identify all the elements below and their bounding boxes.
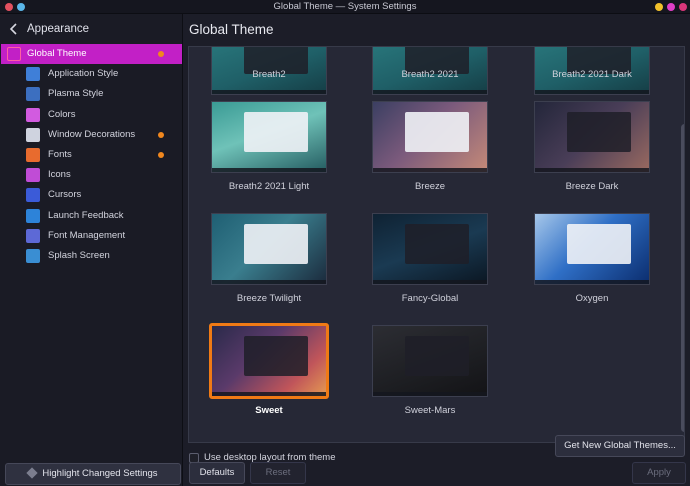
- sidebar-item-label: Launch Feedback: [48, 209, 124, 221]
- theme-name-label: Sweet: [255, 405, 283, 416]
- sidebar-item-global-theme[interactable]: Global Theme: [1, 44, 182, 64]
- sidebar-item-colors[interactable]: Colors: [1, 105, 182, 125]
- close-button[interactable]: [679, 3, 687, 11]
- theme-name-label: Breath2 2021 Light: [228, 181, 310, 192]
- paintbrush-icon: [7, 47, 21, 61]
- preview-window: [243, 335, 308, 377]
- sidebar-item-label: Splash Screen: [48, 250, 110, 261]
- highlight-changed-settings-button[interactable]: Highlight Changed Settings: [5, 463, 181, 485]
- theme-thumbnail-oxygen[interactable]: [534, 213, 650, 285]
- app-style-icon: [26, 67, 40, 82]
- page-title: Global Theme: [189, 22, 274, 37]
- theme-name-label: Breath2: [252, 69, 286, 80]
- sidebar-item-fonts[interactable]: Fonts: [1, 145, 182, 165]
- preview-panel: [535, 167, 649, 172]
- sidebar-item-label: Colors: [48, 108, 76, 120]
- theme-name-label: Breeze Dark: [565, 181, 619, 192]
- preview-window: [566, 111, 631, 153]
- colors-icon: [26, 107, 40, 122]
- preview-panel: [373, 89, 487, 94]
- launch-feedback-icon: [26, 208, 40, 223]
- plasma-style-icon: [26, 87, 40, 102]
- main-panel: Global Theme Breath2 Breath2 2021 Breath2 …: [184, 14, 690, 486]
- sidebar-item-splash-screen[interactable]: Splash Screen: [1, 246, 182, 266]
- theme-name-label: Sweet-Mars: [404, 405, 456, 416]
- preview-panel: [535, 279, 649, 284]
- theme-thumbnail-breeze[interactable]: [372, 101, 488, 173]
- preview-panel: [212, 167, 326, 172]
- sidebar-item-label: Icons: [48, 169, 71, 181]
- sidebar-item-plasma-style[interactable]: Plasma Style: [1, 84, 182, 104]
- sidebar-item-cursors[interactable]: Cursors: [1, 185, 182, 205]
- reset-button[interactable]: Reset: [250, 462, 306, 484]
- preview-panel: [373, 391, 487, 396]
- sidebar-item-label: Window Decorations: [48, 128, 136, 140]
- sidebar-header: Appearance: [0, 14, 183, 44]
- splash-screen-icon: [26, 249, 40, 263]
- theme-thumbnail-sweet[interactable]: [209, 323, 329, 399]
- sidebar-item-icons[interactable]: Icons: [1, 165, 182, 185]
- window-title: Global Theme — System Settings: [273, 1, 417, 12]
- sidebar: Appearance Global Theme Application Style…: [0, 14, 183, 486]
- preview-panel: [212, 391, 326, 396]
- changed-indicator-dot: [158, 51, 164, 57]
- preview-window: [243, 223, 308, 265]
- title-bar: Global Theme — System Settings: [0, 0, 690, 14]
- theme-thumbnail-breath2-2021-light[interactable]: [211, 101, 327, 173]
- get-new-global-themes-button[interactable]: Get New Global Themes...: [555, 435, 685, 457]
- preview-panel: [212, 89, 326, 94]
- preview-panel: [535, 89, 649, 94]
- changed-indicator-dot: [158, 131, 164, 138]
- theme-name-label: Breath2 2021: [401, 69, 459, 80]
- sidebar-header-label: Appearance: [27, 23, 90, 35]
- sidebar-item-label: Fonts: [48, 149, 72, 160]
- sidebar-item-font-management[interactable]: Font Management: [1, 226, 182, 246]
- theme-name-label: Breeze: [414, 181, 446, 192]
- preview-panel: [212, 279, 326, 284]
- window-decorations-icon: [26, 127, 40, 142]
- fonts-icon: [26, 148, 40, 162]
- sidebar-item-label: Application Style: [48, 68, 119, 80]
- preview-panel: [373, 279, 487, 284]
- theme-grid[interactable]: Breath2 Breath2 2021 Breath2 2021 Dark Brea…: [188, 46, 685, 443]
- back-arrow-icon[interactable]: [9, 23, 19, 35]
- pencil-icon: [26, 467, 39, 480]
- theme-name-label: Fancy-Global: [401, 293, 459, 304]
- theme-thumbnail-sweet-mars[interactable]: [372, 325, 488, 397]
- theme-thumbnail-breeze-dark[interactable]: [534, 101, 650, 173]
- highlight-button-label: Highlight Changed Settings: [42, 468, 158, 479]
- sidebar-item-label: Cursors: [48, 189, 82, 201]
- preview-window: [243, 111, 308, 153]
- sidebar-item-label: Plasma Style: [48, 88, 104, 100]
- preview-window: [404, 111, 469, 153]
- font-management-icon: [26, 228, 40, 243]
- sidebar-item-label: Global Theme: [27, 48, 87, 59]
- preview-window: [404, 223, 469, 265]
- minimize-button[interactable]: [655, 3, 663, 11]
- sidebar-item-window-decorations[interactable]: Window Decorations: [1, 125, 182, 145]
- theme-name-label: Breeze Twilight: [236, 293, 302, 304]
- sidebar-item-application-style[interactable]: Application Style: [1, 64, 182, 84]
- theme-thumbnail-breeze-twilight[interactable]: [211, 213, 327, 285]
- cursor-icon: [26, 188, 40, 203]
- scrollbar-thumb[interactable]: [681, 124, 684, 432]
- preview-window: [404, 335, 469, 377]
- sidebar-item-label: Font Management: [48, 229, 126, 241]
- icons-icon: [26, 168, 40, 183]
- defaults-button[interactable]: Defaults: [189, 462, 245, 484]
- sidebar-item-launch-feedback[interactable]: Launch Feedback: [1, 206, 182, 226]
- preview-window: [566, 223, 631, 265]
- changed-indicator-dot: [158, 152, 164, 158]
- apply-button[interactable]: Apply: [632, 462, 686, 484]
- theme-name-label: Breath2 2021 Dark: [552, 69, 632, 80]
- maximize-button[interactable]: [667, 3, 675, 11]
- theme-name-label: Oxygen: [575, 293, 609, 304]
- theme-thumbnail-fancy-global[interactable]: [372, 213, 488, 285]
- preview-panel: [373, 167, 487, 172]
